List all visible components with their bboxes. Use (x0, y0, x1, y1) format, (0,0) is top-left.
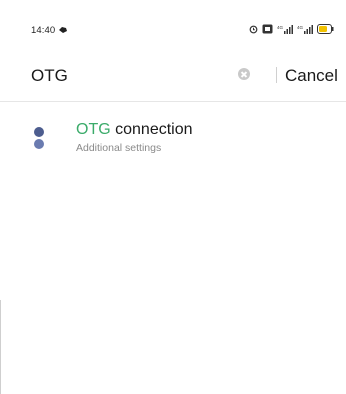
result-title-highlight: OTG (76, 121, 111, 138)
nfc-icon (262, 24, 273, 34)
alarm-icon (249, 25, 258, 34)
scroll-edge (0, 300, 1, 394)
svg-text:4G: 4G (277, 25, 284, 30)
cancel-button[interactable]: Cancel (285, 66, 338, 86)
signal-icon: 4G (277, 25, 293, 34)
clear-icon[interactable] (238, 68, 250, 80)
notification-icon (59, 27, 67, 33)
battery-icon (317, 24, 334, 34)
result-title-rest: connection (110, 121, 193, 138)
result-subtitle: Additional settings (76, 142, 162, 154)
status-icons: 4G 4G (249, 24, 334, 34)
otg-settings-icon (34, 125, 44, 153)
svg-text:4G: 4G (297, 25, 304, 30)
divider (0, 101, 346, 102)
search-result-item[interactable]: OTG connection Additional settings (0, 118, 346, 168)
signal-icon: 4G (297, 25, 313, 34)
search-input[interactable] (31, 66, 211, 86)
divider (276, 67, 277, 83)
result-title: OTG connection (76, 121, 193, 139)
search-bar: Cancel (0, 60, 346, 100)
status-bar: 14:40 4G 4G (0, 0, 346, 40)
status-time: 14:40 (31, 25, 56, 36)
